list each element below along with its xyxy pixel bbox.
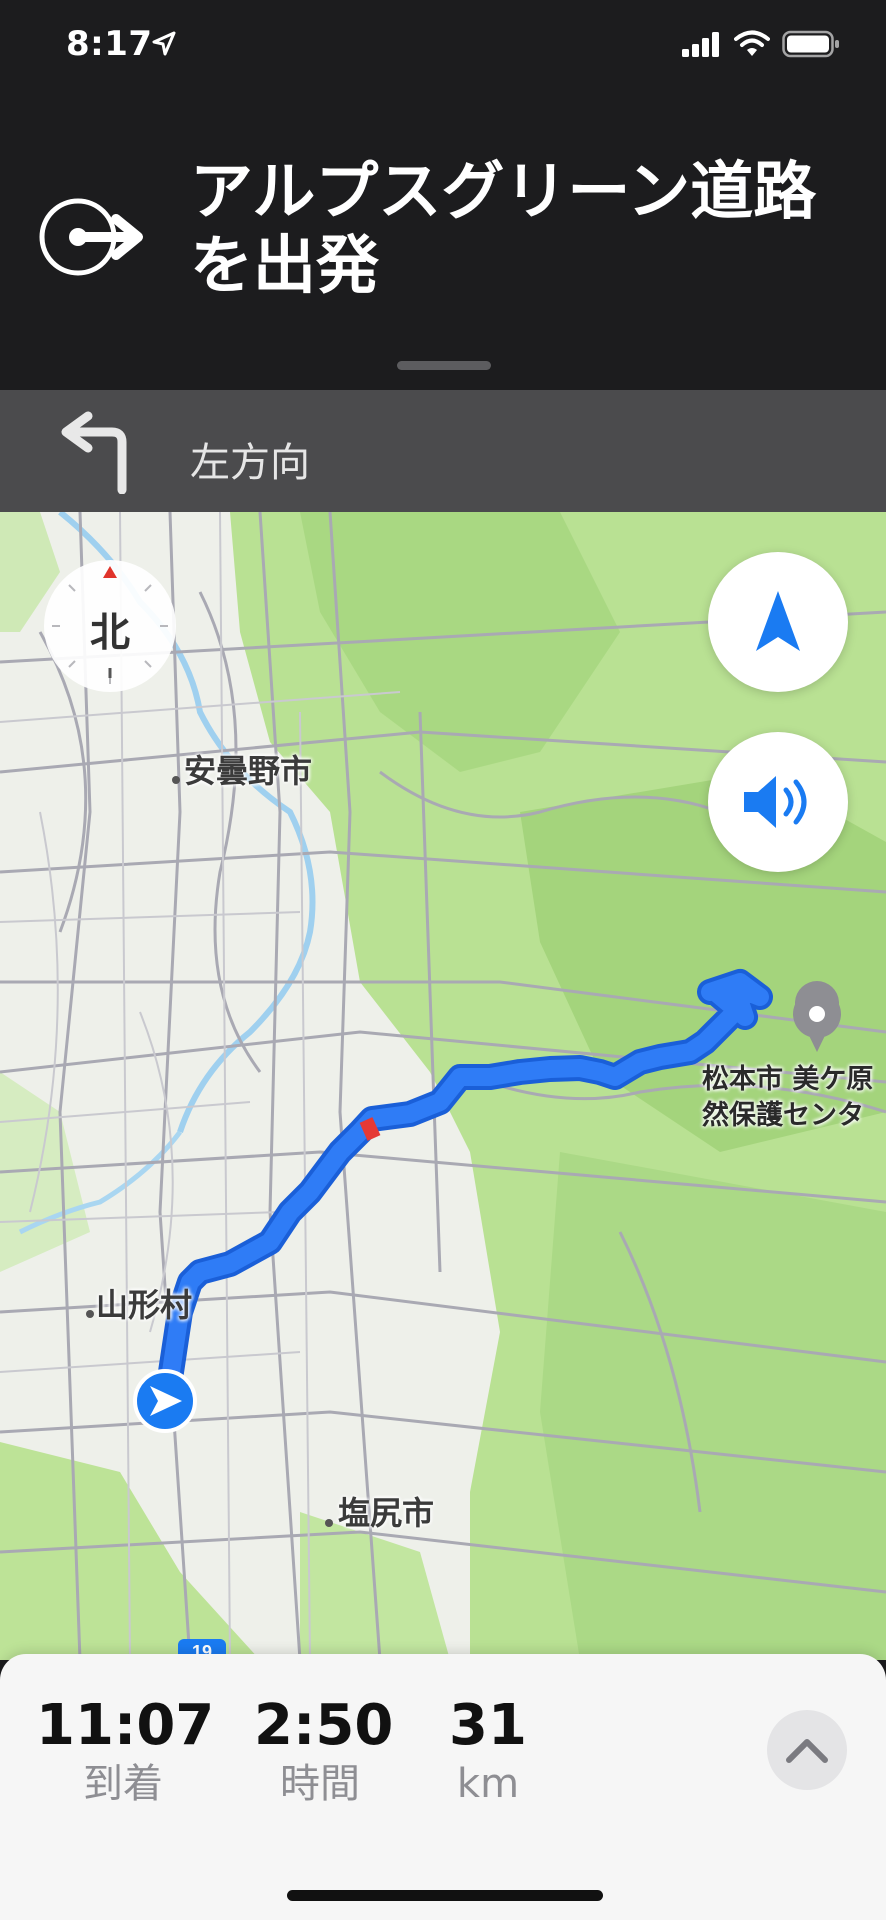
- place-label-yamagata: 山形村: [96, 1286, 193, 1324]
- status-icons: [682, 30, 840, 58]
- arrival-label: 到着: [83, 1761, 163, 1807]
- place-dot: [172, 776, 180, 784]
- duration-metric: 2:50 時間: [254, 1693, 394, 1810]
- next-step-label: 左方向: [190, 440, 310, 486]
- arrival-metric: 11:07 到着: [36, 1693, 215, 1810]
- compass-north-label: 北: [90, 610, 130, 656]
- status-time: 8:17: [66, 24, 153, 64]
- wifi-icon: [734, 30, 770, 56]
- cellular-signal-icon: [682, 32, 719, 57]
- place-label-shiojiri: 塩尻市: [338, 1494, 435, 1532]
- distance-value: 31: [449, 1693, 527, 1758]
- status-bar: 8:17: [0, 0, 886, 95]
- chevron-up-icon: [786, 1739, 828, 1763]
- destination-label[interactable]: 松本市 美ケ原 然保護センタ: [702, 1062, 873, 1134]
- speaker-icon: [744, 776, 807, 828]
- place-label-azumino: 安曇野市: [184, 752, 313, 790]
- arrival-time: 11:07: [36, 1693, 215, 1758]
- banner-grabber[interactable]: [397, 361, 491, 370]
- navigation-banner[interactable]: アルプスグリーン道路を出発: [0, 95, 886, 390]
- destination-label-line2: 然保護センタ: [702, 1100, 864, 1131]
- audio-button[interactable]: [708, 732, 848, 872]
- place-dot: [86, 1310, 94, 1318]
- duration-value: 2:50: [254, 1693, 394, 1758]
- tracking-button[interactable]: [708, 552, 848, 692]
- trip-summary-card[interactable]: 11:07 到着 2:50 時間 31 km: [0, 1654, 886, 1920]
- depart-arrow-icon: [38, 197, 152, 281]
- destination-label-line1: 松本市 美ケ原: [702, 1064, 874, 1095]
- distance-unit: km: [456, 1761, 520, 1807]
- turn-left-arrow-icon: [56, 410, 140, 498]
- maneuver-instruction: アルプスグリーン道路を出発: [190, 155, 817, 302]
- location-arrow-icon: [150, 30, 178, 62]
- place-dot: [325, 1519, 333, 1527]
- distance-metric: 31 km: [446, 1694, 530, 1810]
- battery-icon: [782, 30, 839, 58]
- tracking-arrow-icon: [756, 591, 800, 651]
- compass[interactable]: 北: [40, 556, 180, 696]
- home-indicator[interactable]: [287, 1890, 603, 1901]
- duration-label: 時間: [280, 1761, 360, 1807]
- expand-card-button[interactable]: [767, 1710, 847, 1790]
- next-step-bar[interactable]: 左方向: [0, 390, 886, 512]
